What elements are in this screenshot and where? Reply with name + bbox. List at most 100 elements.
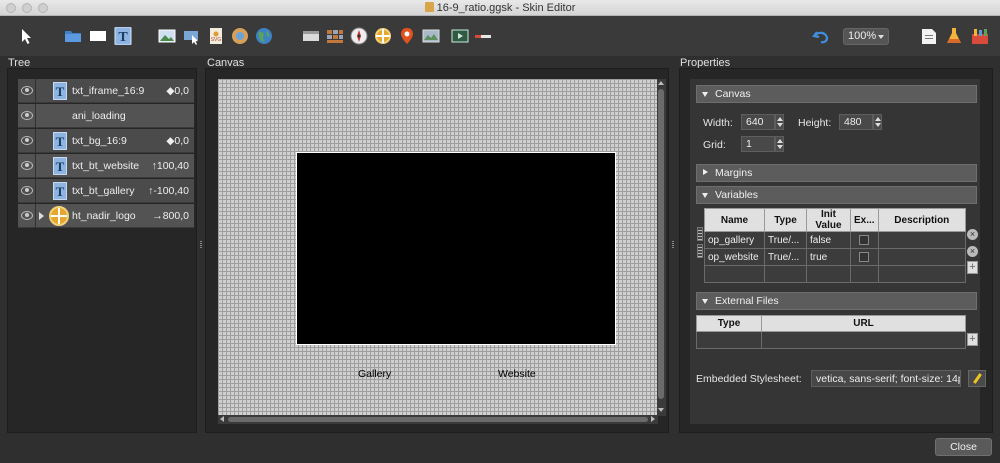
tree-item[interactable]: ht_nadir_logo →800,0 <box>18 204 194 228</box>
stylesheet-label: Embedded Stylesheet: <box>696 373 802 385</box>
column-header[interactable]: Type <box>696 315 762 332</box>
variable-type[interactable]: True/... <box>764 248 807 266</box>
table-row[interactable] <box>704 265 967 283</box>
column-header[interactable]: Type <box>764 208 807 232</box>
tree-item[interactable]: T txt_bt_gallery ↑-100,40 <box>18 179 194 203</box>
text-icon: T <box>53 157 67 175</box>
table-row[interactable]: op_gallery True/... false <box>704 231 967 249</box>
tree-item[interactable]: ani_loading <box>18 104 194 128</box>
external-files-group-header[interactable]: External Files <box>696 292 977 310</box>
drag-handle-icon[interactable] <box>697 244 703 258</box>
video-icon[interactable] <box>451 27 469 45</box>
collapse-triangle-icon <box>702 299 708 304</box>
column-header[interactable]: Description <box>877 208 967 232</box>
globe-icon[interactable] <box>255 27 273 45</box>
visibility-eye-icon[interactable] <box>21 86 33 95</box>
width-stepper[interactable] <box>775 114 784 130</box>
hotspot-cursor-icon[interactable] <box>183 27 201 45</box>
height-stepper[interactable] <box>873 114 882 130</box>
exposed-checkbox[interactable] <box>859 251 870 262</box>
scroll-left-icon[interactable] <box>220 416 224 422</box>
select-arrow-icon[interactable] <box>18 27 36 45</box>
tree-item[interactable]: T txt_bt_website ↑100,40 <box>18 154 194 178</box>
variable-init[interactable]: true <box>806 248 851 266</box>
column-header[interactable]: Name <box>704 208 765 232</box>
splitter-handle[interactable] <box>200 240 202 248</box>
chevron-down-icon <box>878 35 884 39</box>
column-header[interactable]: URL <box>761 315 966 332</box>
html-element-icon[interactable] <box>302 27 320 45</box>
variable-name[interactable]: op_website <box>704 248 765 266</box>
tree-item[interactable]: T txt_bg_16:9 ◆0,0 <box>18 129 194 153</box>
variable-init[interactable]: false <box>806 231 851 249</box>
drag-handle-icon[interactable] <box>697 227 703 241</box>
visibility-eye-icon[interactable] <box>21 111 33 120</box>
splitter-handle[interactable] <box>672 240 674 248</box>
scroll-thumb[interactable] <box>658 89 664 399</box>
location-pin-icon[interactable] <box>398 27 416 45</box>
table-row[interactable] <box>696 331 966 349</box>
width-field[interactable]: 640 <box>741 114 775 130</box>
cloner-icon[interactable] <box>231 27 249 45</box>
toolbar: T SVG 100% <box>0 16 1000 56</box>
visibility-eye-icon[interactable] <box>21 161 33 170</box>
properties-document-icon[interactable] <box>920 27 938 45</box>
margins-group-header[interactable]: Margins <box>696 164 977 182</box>
zoom-select[interactable]: 100% <box>843 28 889 45</box>
website-text[interactable]: Website <box>498 368 536 380</box>
horizontal-scrollbar[interactable] <box>218 415 658 424</box>
toolbox-icon[interactable] <box>971 27 989 45</box>
tree-item[interactable]: T txt_iframe_16:9 ◆0,0 <box>18 79 194 103</box>
text-icon: T <box>53 82 67 100</box>
image-icon[interactable] <box>158 27 176 45</box>
canvas-area[interactable]: Gallery Website <box>218 79 658 416</box>
map-icon[interactable] <box>422 27 440 45</box>
edit-stylesheet-button[interactable] <box>968 370 986 387</box>
close-button[interactable]: Close <box>935 438 992 456</box>
variable-type[interactable]: True/... <box>764 231 807 249</box>
external-files-table: Type URL <box>696 315 966 349</box>
text-icon: T <box>53 182 67 200</box>
grid-field[interactable]: 1 <box>741 136 775 152</box>
gallery-text[interactable]: Gallery <box>358 368 391 380</box>
table-row[interactable]: op_website True/... true <box>704 248 967 266</box>
scroll-right-icon[interactable] <box>651 416 655 422</box>
visibility-eye-icon[interactable] <box>21 186 33 195</box>
scroll-thumb[interactable] <box>228 417 648 422</box>
text-icon[interactable]: T <box>114 27 132 45</box>
canvas-group-header[interactable]: Canvas <box>696 85 977 103</box>
compass-icon[interactable] <box>350 27 368 45</box>
tree-item-label: txt_bg_16:9 <box>72 135 127 147</box>
remove-row-icon[interactable]: × <box>967 229 978 240</box>
visibility-eye-icon[interactable] <box>21 136 33 145</box>
exposed-checkbox[interactable] <box>859 234 870 245</box>
folder-icon[interactable] <box>64 27 82 45</box>
scroll-up-icon[interactable] <box>658 81 664 85</box>
visibility-eye-icon[interactable] <box>21 211 33 220</box>
height-field[interactable]: 480 <box>839 114 873 130</box>
variables-group-header[interactable]: Variables <box>696 186 977 204</box>
grid-stepper[interactable] <box>775 136 784 152</box>
stylesheet-field[interactable]: vetica, sans-serif; font-size: 14px;} <box>811 370 961 387</box>
iframe-placeholder[interactable] <box>296 152 616 345</box>
rectangle-icon[interactable] <box>89 27 107 45</box>
add-file-button[interactable]: + <box>967 333 978 346</box>
vertical-scrollbar[interactable] <box>657 79 666 416</box>
column-header[interactable]: Ex... <box>850 208 879 232</box>
column-header[interactable]: Init Value <box>806 208 851 232</box>
window-title: 16-9_ratio.ggsk - Skin Editor <box>436 2 576 14</box>
undo-icon[interactable] <box>812 27 830 45</box>
variable-name[interactable]: op_gallery <box>704 231 765 249</box>
tree-item-position: ↑-100,40 <box>148 185 189 197</box>
timeline-grid-icon[interactable] <box>326 27 344 45</box>
remove-row-icon[interactable]: × <box>967 246 978 257</box>
scroll-down-icon[interactable] <box>658 408 664 412</box>
flask-icon[interactable] <box>945 27 963 45</box>
variable-description[interactable] <box>877 248 967 266</box>
slider-icon[interactable] <box>474 27 492 45</box>
variable-description[interactable] <box>877 231 967 249</box>
map-pin-compass-icon[interactable] <box>374 27 392 45</box>
expand-triangle-icon[interactable] <box>39 212 44 220</box>
svg-file-icon[interactable]: SVG <box>207 27 225 45</box>
add-variable-button[interactable]: + <box>967 261 978 274</box>
